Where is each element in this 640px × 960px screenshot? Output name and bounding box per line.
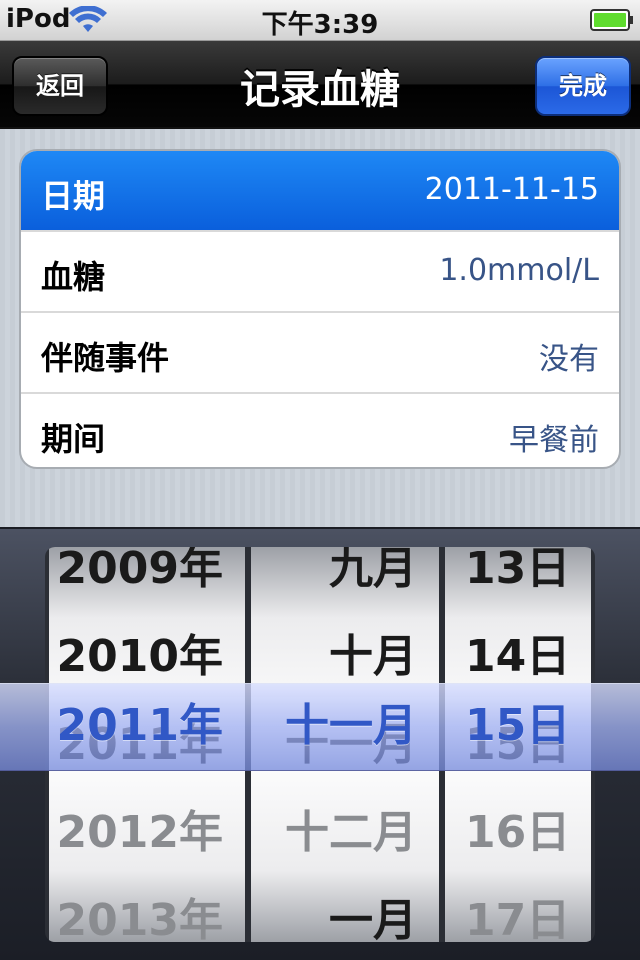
row-value: 1.0mmol/L	[439, 253, 599, 288]
row-value: 没有	[539, 342, 599, 377]
wheel-item[interactable]: 17日	[445, 877, 591, 942]
selected-year: 2011年	[56, 700, 223, 751]
wheel-item[interactable]: 2013年	[49, 877, 245, 942]
wheel-item[interactable]: 九月	[251, 547, 439, 613]
row-label: 血糖	[41, 258, 106, 296]
wheel-item[interactable]: 一月	[251, 877, 439, 942]
row-blood-glucose[interactable]: 血糖 1.0mmol/L	[21, 232, 619, 313]
row-value: 早餐前	[509, 423, 599, 458]
app-screen: iPod 下午3:39 返回 记录血糖 完成 日期 2011-11-15 血糖 …	[0, 0, 640, 960]
wheel-item[interactable]: 2009年	[49, 547, 245, 613]
record-form: 日期 2011-11-15 血糖 1.0mmol/L 伴随事件 没有 期间 早餐…	[19, 149, 621, 469]
wheel-item[interactable]: 2012年	[49, 789, 245, 877]
row-label: 伴随事件	[41, 339, 170, 377]
battery-icon	[590, 9, 633, 31]
wheel-item[interactable]: 16日	[445, 789, 591, 877]
row-event[interactable]: 伴随事件 没有	[21, 313, 619, 394]
row-label: 日期	[41, 177, 106, 215]
done-button[interactable]: 完成	[535, 56, 631, 116]
row-value: 2011-11-15	[424, 172, 599, 207]
selected-month: 十一月	[285, 700, 417, 751]
status-bar: iPod 下午3:39	[0, 0, 640, 41]
wheel-item[interactable]: 13日	[445, 547, 591, 613]
wheel-item[interactable]: 十二月	[251, 789, 439, 877]
row-period[interactable]: 期间 早餐前	[21, 394, 619, 467]
navigation-bar: 返回 记录血糖 完成	[0, 41, 640, 129]
row-label: 期间	[41, 420, 106, 458]
content-area: 日期 2011-11-15 血糖 1.0mmol/L 伴随事件 没有 期间 早餐…	[0, 129, 640, 527]
row-date[interactable]: 日期 2011-11-15	[21, 151, 619, 232]
selected-day: 15日	[465, 700, 571, 751]
status-time: 下午3:39	[261, 10, 379, 40]
date-picker: 2009年 2010年 2011年 2012年 2013年 九月 十月 十一月 …	[0, 527, 640, 960]
